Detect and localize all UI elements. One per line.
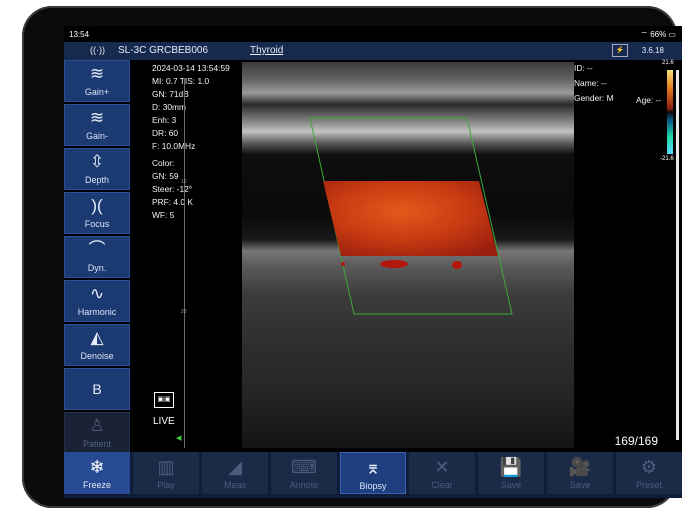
battery-icon: ⚡ <box>612 44 628 57</box>
param-wf: WF: 5 <box>152 210 175 220</box>
flow-spot <box>380 260 408 268</box>
ios-status-bar: 13:54 ⌔ 66% ▭ <box>64 26 682 42</box>
device-name: SL-3C GRCBEB006 <box>118 45 209 56</box>
param-depth: D: 30mm <box>152 102 186 112</box>
param-datetime: 2024-03-14 13:54:59 <box>152 63 230 73</box>
save-video-button[interactable]: 🎥 Save <box>547 452 613 494</box>
status-time: 13:54 <box>69 30 90 39</box>
patient-id: ID: -- <box>574 63 593 73</box>
ultrasound-image[interactable] <box>242 62 574 448</box>
save-image-button[interactable]: 💾 Save <box>478 452 544 494</box>
annotate-button[interactable]: ⌨ Annote <box>271 452 337 494</box>
focus-button[interactable]: )( Focus <box>64 192 130 234</box>
film-play-icon: ▥ <box>157 457 175 477</box>
ruler-icon: ◢ <box>228 457 242 477</box>
image-scrollbar[interactable] <box>676 70 679 440</box>
status-right: ⌔ 66% ▭ <box>640 30 676 39</box>
depth-tick-10: 10 <box>181 179 187 185</box>
patient-button[interactable]: ♙ Patient <box>64 412 130 454</box>
dynamic-range-icon: ⌒ <box>88 240 106 259</box>
patient-icon: ♙ <box>89 416 105 435</box>
focus-icon: )( <box>91 196 103 215</box>
annotate-icon: ⌨ <box>291 457 317 477</box>
clear-button[interactable]: ✕ Clear <box>409 452 475 494</box>
live-label: LIVE <box>153 416 175 427</box>
tablet-frame: 13:54 ⌔ 66% ▭ ((·)) SL-3C GRCBEB006 Thyr… <box>22 6 682 508</box>
param-enh: Enh: 3 <box>152 115 177 125</box>
harmonic-icon: ∿ <box>89 284 105 303</box>
snowflake-icon: ❄ <box>89 457 105 477</box>
biopsy-button[interactable]: ⌆ Biopsy <box>340 452 406 494</box>
gain-plus-icon: ≋ <box>89 64 105 83</box>
gain-minus-button[interactable]: ≋ Gain- <box>64 104 130 146</box>
b-mode-icon: B <box>92 381 102 397</box>
denoise-button[interactable]: ◭ Denoise <box>64 324 130 366</box>
b-mode-button[interactable]: B <box>64 368 130 410</box>
gear-icon: ⚙ <box>640 457 658 477</box>
dyn-button[interactable]: ⌒ Dyn. <box>64 236 130 278</box>
app-version: 3.6.18 <box>641 46 664 55</box>
param-prf: PRF: 4.0 K <box>152 197 193 207</box>
param-dr: DR: 60 <box>152 128 179 138</box>
live-mode-icon: ▣▣ <box>154 392 174 408</box>
frame-counter: 169/169 <box>614 434 658 448</box>
param-steer: Steer: -12° <box>152 184 193 194</box>
color-velocity-scale <box>667 70 673 154</box>
wifi-signal-icon: ((·)) <box>90 45 105 55</box>
param-color-header: Color: <box>152 158 175 168</box>
app-header: ((·)) SL-3C GRCBEB006 Thyroid ⚡ 3.6.18 <box>64 42 682 60</box>
save-video-icon: 🎥 <box>568 457 592 477</box>
patient-gender: Gender: M <box>574 93 614 103</box>
gain-plus-button[interactable]: ≋ Gain+ <box>64 60 130 102</box>
flow-spot <box>452 261 462 269</box>
screen: 13:54 ⌔ 66% ▭ ((·)) SL-3C GRCBEB006 Thyr… <box>64 26 682 498</box>
depth-button[interactable]: ⇳ Depth <box>64 148 130 190</box>
depth-scale <box>184 78 185 448</box>
depth-tick-20: 20 <box>181 309 187 315</box>
measure-button[interactable]: ◢ Meas <box>202 452 268 494</box>
current-preset[interactable]: Thyroid <box>250 45 283 56</box>
param-freq: F: 10.0MHz <box>152 141 196 151</box>
play-button[interactable]: ▥ Play <box>133 452 199 494</box>
patient-name: Name: -- <box>574 78 607 88</box>
denoise-icon: ◭ <box>90 328 104 347</box>
acquisition-params: 2024-03-14 13:54:59 MI: 0.7 TIS: 1.0 GN:… <box>152 62 230 222</box>
clear-x-icon: ✕ <box>434 457 450 477</box>
save-image-icon: 💾 <box>499 457 523 477</box>
freeze-button[interactable]: ❄ Freeze <box>64 452 130 494</box>
param-color-gain: GN: 59 <box>152 171 179 181</box>
param-mi-tis: MI: 0.7 TIS: 1.0 <box>152 76 210 86</box>
flow-spot <box>341 262 345 266</box>
color-scale-max: 21.6 <box>662 60 674 66</box>
depth-icon: ⇳ <box>89 152 105 171</box>
harmonic-button[interactable]: ∿ Harmonic <box>64 280 130 322</box>
doppler-overlay <box>309 117 513 315</box>
bottom-toolbar: ❄ Freeze ▥ Play ◢ Meas ⌨ Annote ⌆ Biopsy… <box>64 452 682 498</box>
param-gain: GN: 71dB <box>152 89 189 99</box>
color-scale-min: -21.6 <box>660 156 674 162</box>
color-flow-region <box>323 181 498 256</box>
biopsy-needle-icon: ⌆ <box>365 458 381 478</box>
patient-age: Age: -- <box>636 95 662 105</box>
preset-button[interactable]: ⚙ Preset <box>616 452 682 494</box>
patient-info: ID: -- Name: -- Gender: M <box>574 62 614 105</box>
focus-marker: ◀ <box>176 435 182 442</box>
gain-minus-icon: ≋ <box>89 108 105 127</box>
